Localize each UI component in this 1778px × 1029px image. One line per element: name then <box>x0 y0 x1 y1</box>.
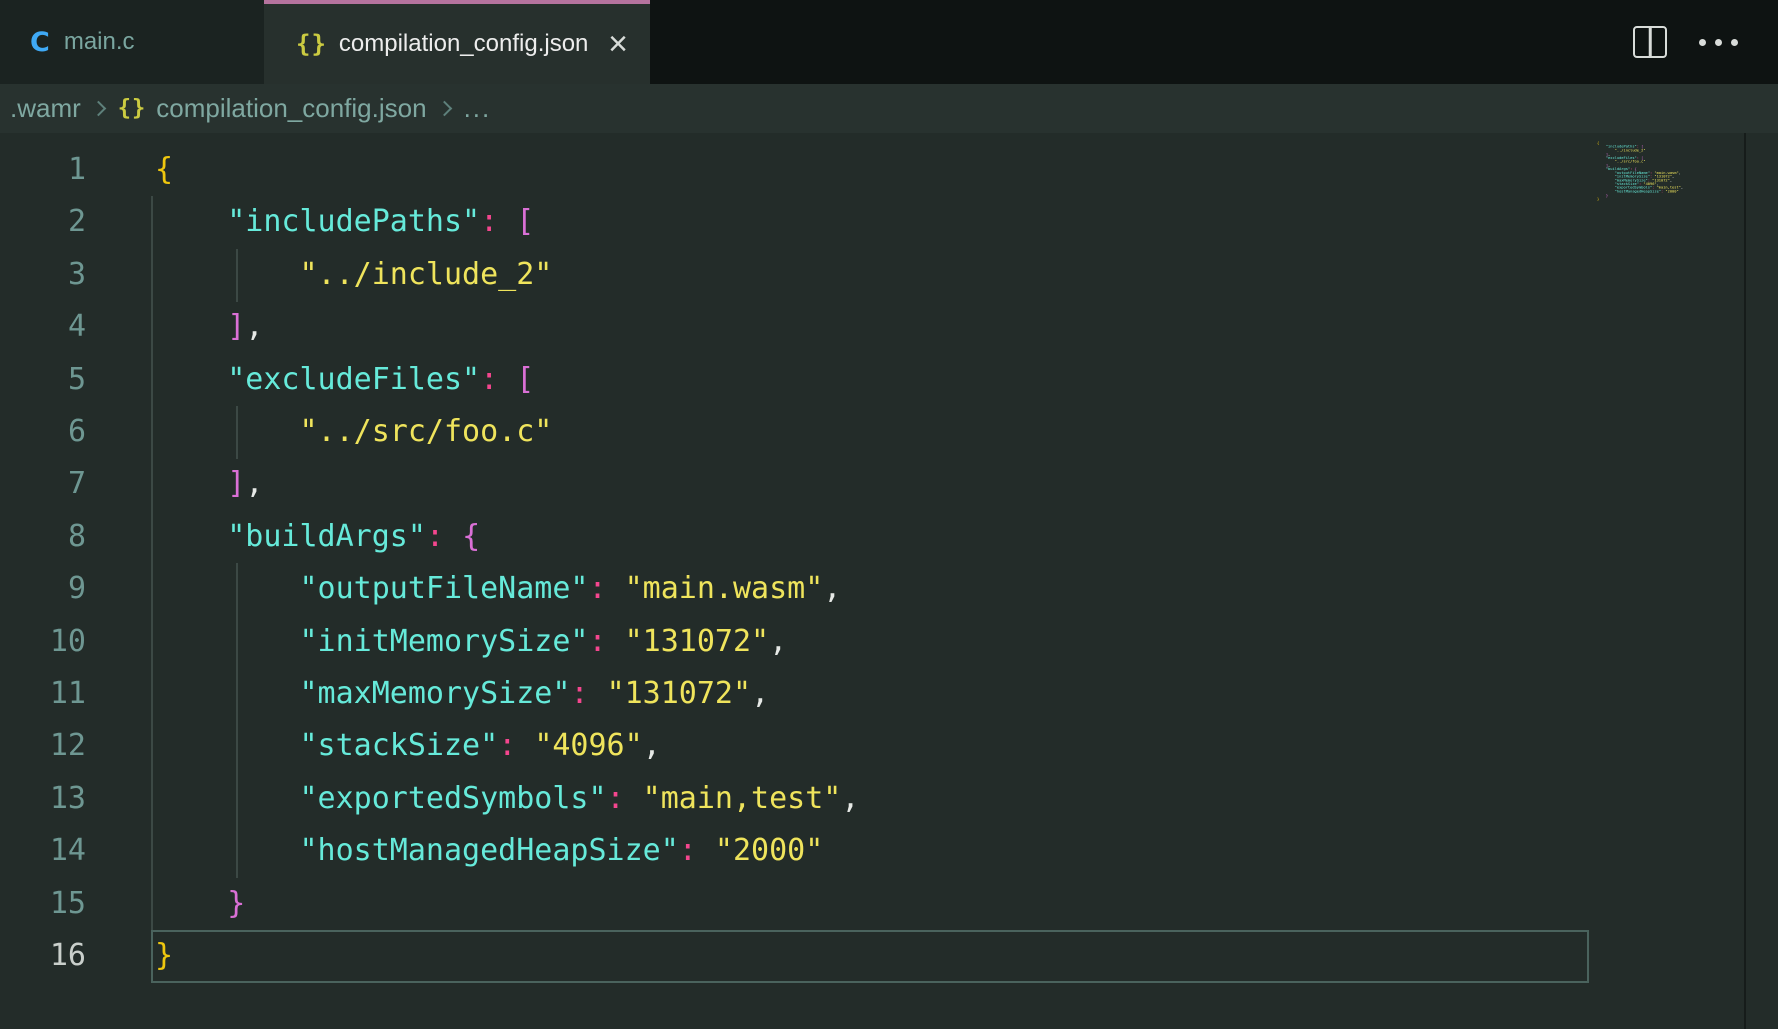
line-number[interactable]: 8 <box>0 511 110 563</box>
code-line: } <box>155 930 1590 982</box>
line-number[interactable]: 15 <box>0 878 110 930</box>
breadcrumb-folder[interactable]: .wamr <box>10 93 81 124</box>
line-number[interactable]: 2 <box>0 196 110 248</box>
line-number[interactable]: 16 <box>0 930 110 982</box>
editor-actions <box>1633 0 1778 84</box>
code-line: "excludeFiles": [ <box>155 354 1590 406</box>
line-number[interactable]: 10 <box>0 616 110 668</box>
line-number[interactable]: 7 <box>0 458 110 510</box>
more-actions-icon[interactable] <box>1699 39 1738 46</box>
breadcrumb: .wamr {} compilation_config.json ... <box>0 84 1778 133</box>
code-line: "maxMemorySize": "131072", <box>155 668 1590 720</box>
breadcrumb-symbol-more[interactable]: ... <box>464 93 492 124</box>
json-file-icon: {} <box>118 96 147 121</box>
editor-tab-bar: C main.c {} compilation_config.json × <box>0 0 1778 84</box>
code-editor-content[interactable]: { "includePaths": [ "../include_2" ], "e… <box>110 133 1590 983</box>
code-line: "../include_2" <box>155 249 1590 301</box>
code-line: "outputFileName": "main.wasm", <box>155 563 1590 615</box>
json-file-icon: {} <box>296 30 327 58</box>
chevron-right-icon <box>436 101 452 117</box>
tab-bar-empty-space <box>650 0 1633 84</box>
code-line: ], <box>155 301 1590 353</box>
code-line: ], <box>155 458 1590 510</box>
line-number[interactable]: 12 <box>0 720 110 772</box>
line-number[interactable]: 9 <box>0 563 110 615</box>
vscode-editor-window: C main.c {} compilation_config.json × .w… <box>0 0 1778 1029</box>
line-number[interactable]: 11 <box>0 668 110 720</box>
code-line: "initMemorySize": "131072", <box>155 616 1590 668</box>
code-line: "hostManagedHeapSize": "2000" <box>155 825 1590 877</box>
line-number[interactable]: 13 <box>0 773 110 825</box>
split-editor-icon[interactable] <box>1633 26 1667 58</box>
vertical-scrollbar-track[interactable] <box>1748 133 1778 1029</box>
line-number[interactable]: 3 <box>0 249 110 301</box>
tab-label: main.c <box>64 28 135 56</box>
tab-label: compilation_config.json <box>339 30 588 58</box>
line-number[interactable]: 4 <box>0 301 110 353</box>
line-number[interactable]: 6 <box>0 406 110 458</box>
code-line: "includePaths": [ <box>155 196 1590 248</box>
minimap[interactable]: { "includePaths": [ "../include_2" ], "e… <box>1590 133 1746 1029</box>
line-number[interactable]: 14 <box>0 825 110 877</box>
code-line: } <box>155 878 1590 930</box>
tab-main-c[interactable]: C main.c <box>0 0 264 84</box>
editor-pane: 12345678910111213141516 { "includePaths"… <box>0 133 1778 1029</box>
code-line: "../src/foo.c" <box>155 406 1590 458</box>
code-line: "buildArgs": { <box>155 511 1590 563</box>
breadcrumb-file[interactable]: compilation_config.json <box>156 93 426 124</box>
close-tab-icon[interactable]: × <box>602 27 634 61</box>
chevron-right-icon <box>91 101 107 117</box>
code-line: "stackSize": "4096", <box>155 720 1590 772</box>
line-number-gutter: 12345678910111213141516 <box>0 133 110 983</box>
tab-compilation-config-json[interactable]: {} compilation_config.json × <box>264 0 650 84</box>
line-number[interactable]: 1 <box>0 144 110 196</box>
c-file-icon: C <box>30 27 50 58</box>
line-number[interactable]: 5 <box>0 354 110 406</box>
code-line: { <box>155 144 1590 196</box>
code-line: "exportedSymbols": "main,test", <box>155 773 1590 825</box>
